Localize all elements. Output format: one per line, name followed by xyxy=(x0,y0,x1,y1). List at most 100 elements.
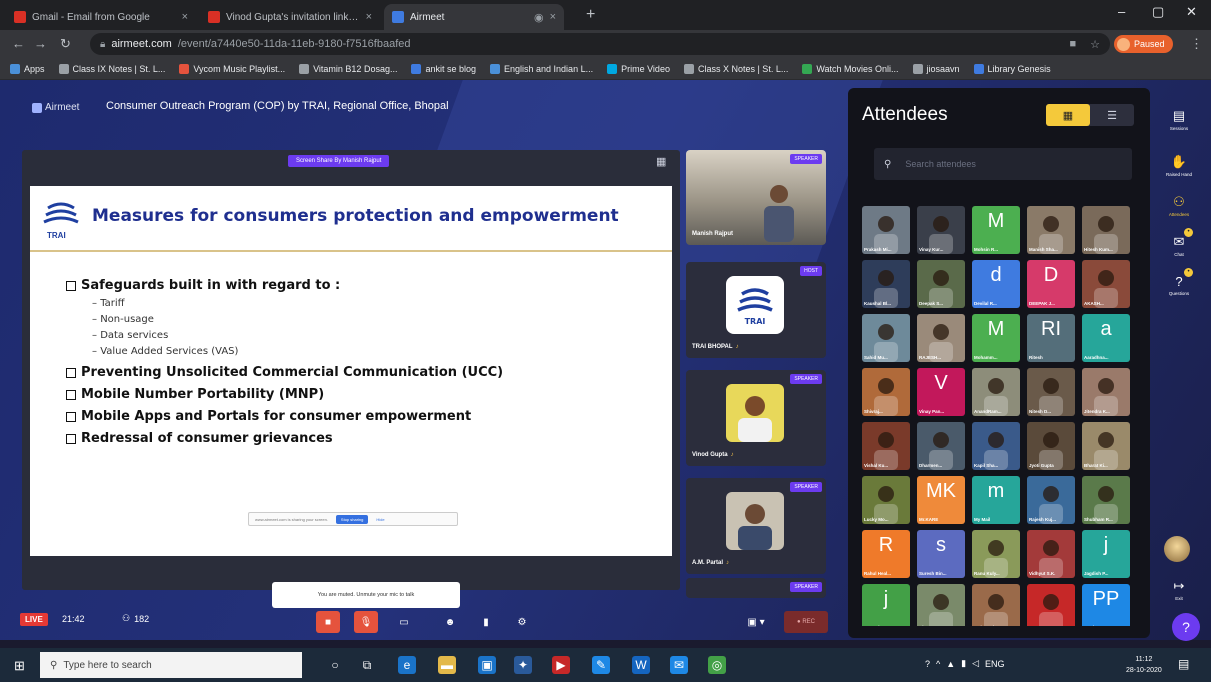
bookmark-item[interactable]: Watch Movies Onli... xyxy=(802,63,899,74)
attendee-card[interactable]: Jyoti Gupta xyxy=(1027,422,1075,470)
chrome-icon[interactable]: ◎ xyxy=(708,656,726,674)
app-icon[interactable]: ✎ xyxy=(592,656,610,674)
chat-button[interactable]: ✉ Chat xyxy=(1152,234,1206,257)
attendee-card[interactable]: Shivraj... xyxy=(862,368,910,416)
help-icon[interactable]: ? xyxy=(925,659,930,669)
profile-button[interactable]: Paused xyxy=(1114,35,1173,53)
stop-sharing-button[interactable]: Stop sharing xyxy=(335,514,369,524)
tab-gmail[interactable]: Gmail - Email from Google × xyxy=(6,4,196,30)
stats-button[interactable]: ▮ xyxy=(474,611,498,633)
file-explorer-icon[interactable]: ▬ xyxy=(438,656,456,674)
hide-button[interactable]: Hide xyxy=(376,517,384,522)
notification-center-icon[interactable]: ▤ xyxy=(1178,657,1189,671)
attendee-card[interactable]: Shubham R... xyxy=(1082,476,1130,524)
chevron-up-icon[interactable]: ^ xyxy=(936,659,940,669)
bookmark-item[interactable]: jiosaavn xyxy=(912,63,960,74)
cortana-icon[interactable]: ○ xyxy=(326,656,344,674)
attendee-card[interactable]: Ranu Kuly... xyxy=(972,530,1020,578)
attendee-card[interactable]: MK Mr.KARE xyxy=(917,476,965,524)
close-tab-icon[interactable]: × xyxy=(366,11,372,23)
attendee-card[interactable]: Rajesh Kuj... xyxy=(1027,476,1075,524)
attendee-card[interactable]: Manish Sha... xyxy=(1027,206,1075,254)
network-app-icon[interactable]: ✦ xyxy=(514,656,532,674)
attendee-card[interactable]: m My Mail xyxy=(972,476,1020,524)
list-view-icon[interactable]: ☰ xyxy=(1090,104,1134,126)
exit-button[interactable]: ↦ Exit xyxy=(1152,578,1206,601)
network-icon[interactable]: ▲ xyxy=(946,659,955,669)
bookmark-star-icon[interactable]: ☆ xyxy=(1090,38,1100,51)
maximize-icon[interactable]: ▢ xyxy=(1152,4,1164,20)
attendee-card[interactable]: RI Ritesh xyxy=(1027,314,1075,362)
attendee-card[interactable]: D DEEPAK J... xyxy=(1027,260,1075,308)
settings-button[interactable]: ⚙ xyxy=(510,611,534,633)
tab-invitation[interactable]: Vinod Gupta's invitation link Airme... × xyxy=(200,4,380,30)
reload-icon[interactable]: ↻ xyxy=(60,36,71,52)
speaker-tile[interactable]: SPEAKER Manish Rajput xyxy=(686,150,826,245)
attendee-card[interactable]: Nitesh D... xyxy=(1027,368,1075,416)
attendee-card[interactable]: AKASH... xyxy=(1082,260,1130,308)
attendees-button[interactable]: ⚇ Attendees xyxy=(1152,194,1206,217)
word-icon[interactable]: W xyxy=(632,656,650,674)
grid-view-icon[interactable]: ▦ xyxy=(1046,104,1090,126)
bookmark-item[interactable]: ankit se blog xyxy=(411,63,476,74)
outlook-icon[interactable]: ✉ xyxy=(670,656,688,674)
store-icon[interactable]: ▣ xyxy=(478,656,496,674)
bookmark-item[interactable]: Prime Video xyxy=(607,63,670,74)
windows-start-icon[interactable]: ⊞ xyxy=(14,658,25,674)
tab-airmeet[interactable]: Airmeet ◉ × xyxy=(384,4,564,30)
my-avatar[interactable] xyxy=(1164,536,1190,562)
attendee-card[interactable]: AnandRam... xyxy=(972,368,1020,416)
taskbar-clock[interactable]: 11:12 28-10-2020 xyxy=(1126,654,1162,676)
close-tab-icon[interactable]: × xyxy=(182,11,188,23)
camera-icon[interactable]: ■ xyxy=(1069,38,1076,50)
back-icon[interactable]: ← xyxy=(12,36,25,51)
bookmark-item[interactable]: Vycom Music Playlist... xyxy=(179,63,285,74)
battery-icon[interactable]: ▮ xyxy=(961,658,966,669)
bookmark-item[interactable]: Vitamin B12 Dosag... xyxy=(299,63,397,74)
volume-icon[interactable]: ◁ xyxy=(972,658,979,669)
attendee-card[interactable]: Vidhyut S.K. xyxy=(1027,530,1075,578)
minimize-icon[interactable]: – xyxy=(1118,4,1125,19)
search-attendees-field[interactable]: ⚲ Search attendees xyxy=(874,148,1132,180)
layout-select-button[interactable]: ▣ ▾ xyxy=(740,611,772,633)
edge-icon[interactable]: e xyxy=(398,656,416,674)
close-window-icon[interactable]: ✕ xyxy=(1186,4,1197,20)
attendee-card[interactable]: M Mohsin R... xyxy=(972,206,1020,254)
attendee-card[interactable]: Hitesh Kum... xyxy=(1082,206,1130,254)
lang-label[interactable]: ENG xyxy=(985,659,1005,669)
menu-icon[interactable]: ⋮ xyxy=(1190,36,1203,52)
attendee-card[interactable]: s Suresh Bin... xyxy=(917,530,965,578)
close-tab-icon[interactable]: × xyxy=(550,11,556,23)
attendee-card[interactable]: Prakash Mi... xyxy=(862,206,910,254)
bookmark-item[interactable]: English and Indian L... xyxy=(490,63,593,74)
raise-hand-button[interactable]: ✋ Raised Hand xyxy=(1152,154,1206,177)
mic-toggle-button[interactable]: 🎙︎ xyxy=(354,611,378,633)
bookmark-item[interactable]: Library Genesis xyxy=(973,63,1051,74)
media-app-icon[interactable]: ▶ xyxy=(552,656,570,674)
url-field[interactable]: 🔒︎ airmeet.com/event/a7440e50-11da-11eb-… xyxy=(90,33,1110,55)
attendee-count[interactable]: ⚇ 182 xyxy=(122,613,149,624)
attendee-card[interactable]: d Devilal R... xyxy=(972,260,1020,308)
speaker-tile[interactable]: SPEAKER xyxy=(686,578,826,598)
attendee-card[interactable]: V Vinay Pan... xyxy=(917,368,965,416)
attendee-card[interactable]: Kaushal Bl... xyxy=(862,260,910,308)
attendee-card[interactable]: M Mohamm... xyxy=(972,314,1020,362)
emoji-button[interactable]: ☻ xyxy=(438,611,462,633)
sessions-button[interactable]: ▤ Sessions xyxy=(1152,108,1206,131)
bookmark-item[interactable]: Class X Notes | St. L... xyxy=(683,63,788,74)
layout-grid-icon[interactable]: ▦ xyxy=(656,155,666,168)
taskbar-search-field[interactable]: ⚲ Type here to search xyxy=(40,652,302,678)
screen-share-button[interactable]: ▭ xyxy=(392,611,416,633)
attendee-card[interactable]: Sahid Mu... xyxy=(862,314,910,362)
bookmark-item[interactable]: Class IX Notes | St. L... xyxy=(58,63,165,74)
attendee-card[interactable]: Dharmen... xyxy=(917,422,965,470)
new-tab-icon[interactable]: + xyxy=(586,6,595,24)
camera-toggle-button[interactable]: ■ xyxy=(316,611,340,633)
attendee-card[interactable]: Jitendra K... xyxy=(1082,368,1130,416)
speaker-tile[interactable]: SPEAKER A.M. Partal ♪ xyxy=(686,478,826,574)
attendee-card[interactable]: Lucky Mo... xyxy=(862,476,910,524)
forward-icon[interactable]: → xyxy=(34,36,47,51)
attendee-card[interactable]: Bharat Ki... xyxy=(1082,422,1130,470)
attendee-card[interactable]: j Jagdish P... xyxy=(1082,530,1130,578)
attendee-card[interactable]: Vishal Ku... xyxy=(862,422,910,470)
